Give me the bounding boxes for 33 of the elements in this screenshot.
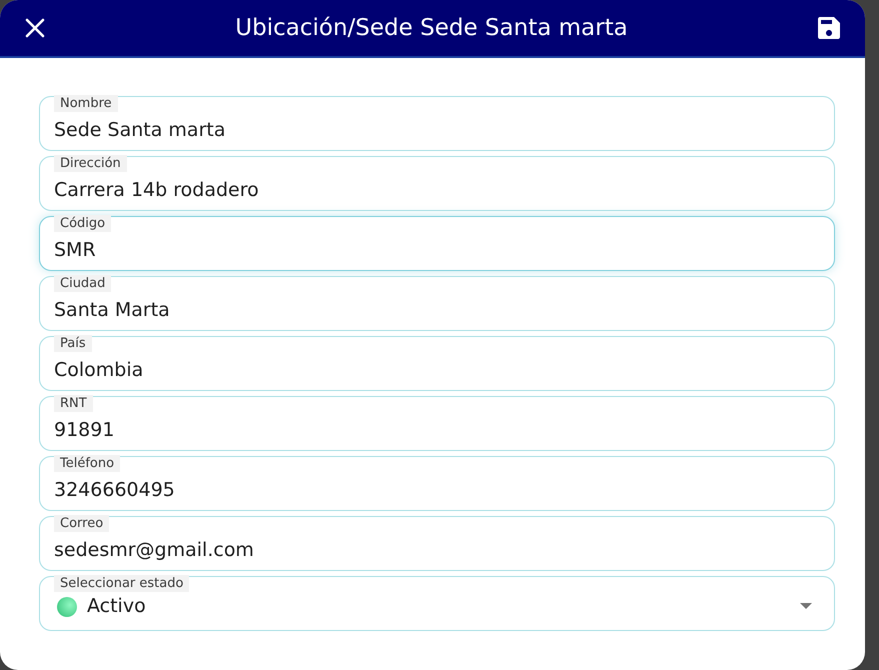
close-button[interactable] [24,17,46,39]
field-value: sedesmr@gmail.com [54,538,254,562]
field-label: RNT [54,395,93,412]
field-label: Teléfono [54,455,120,472]
field-value: Carrera 14b rodadero [54,178,259,202]
field-label: País [54,335,92,352]
field-value: Colombia [54,358,144,382]
field-label: Correo [54,515,110,532]
text-field[interactable]: Código SMR [39,216,835,271]
text-field[interactable]: País Colombia [39,336,835,391]
field-value: SMR [54,238,96,262]
text-field[interactable]: Teléfono 3246660495 [39,456,835,511]
field-label: Código [54,215,112,232]
field-value: 3246660495 [54,478,175,502]
dropdown-caret-icon [800,603,812,609]
field-label: Ciudad [54,275,112,292]
save-icon [817,16,841,40]
status-select[interactable]: Seleccionar estado Activo [39,576,835,631]
field-label: Nombre [54,95,118,112]
selected-value: Activo [87,594,147,618]
text-field[interactable]: Correo sedesmr@gmail.com [39,516,835,571]
field-value: Sede Santa marta [54,118,226,142]
field-label: Dirección [54,155,127,172]
text-field[interactable]: Ciudad Santa Marta [39,276,835,331]
save-button[interactable] [817,16,841,40]
text-field[interactable]: RNT 91891 [39,396,835,451]
field-value: Santa Marta [54,298,170,322]
close-icon [25,18,45,38]
text-field[interactable]: Nombre Sede Santa marta [39,96,835,151]
field-value: 91891 [54,418,114,442]
dialog-title: Ubicación/Sede Sede Santa marta [234,16,629,40]
field-label: Seleccionar estado [54,575,190,592]
text-field[interactable]: Dirección Carrera 14b rodadero [39,156,835,211]
